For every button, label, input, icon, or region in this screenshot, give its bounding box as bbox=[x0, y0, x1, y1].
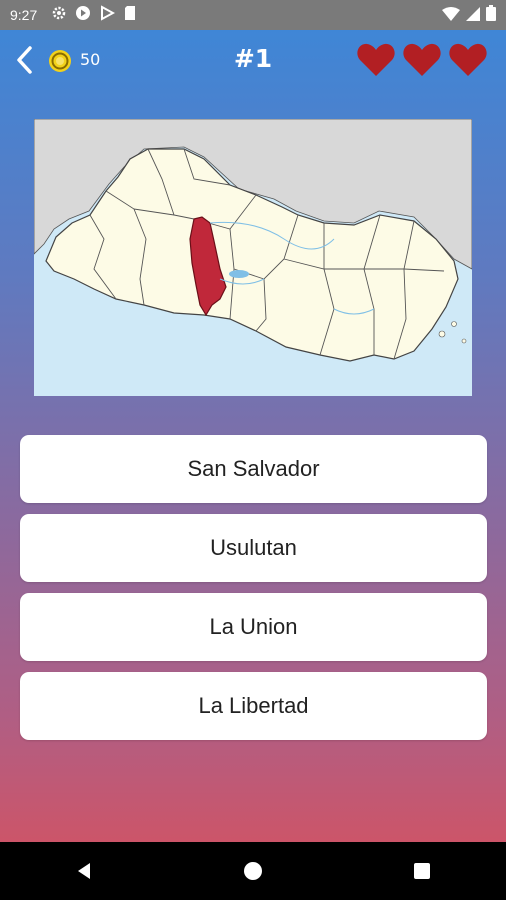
lives bbox=[356, 42, 488, 78]
settings-icon bbox=[51, 5, 67, 25]
play-store-icon bbox=[99, 5, 116, 25]
nav-home-button[interactable] bbox=[223, 851, 283, 891]
quiz-screen: 50 #1 San Salvador Usulutan La Union La … bbox=[0, 30, 506, 842]
top-bar: 50 #1 bbox=[0, 30, 506, 90]
battery-icon bbox=[486, 5, 496, 25]
region-map bbox=[34, 119, 472, 396]
status-time: 9:27 bbox=[10, 7, 38, 23]
wifi-icon bbox=[442, 6, 460, 25]
recents-square-icon bbox=[413, 863, 430, 879]
nav-back-button[interactable] bbox=[54, 851, 114, 891]
answer-option-3[interactable]: La Union bbox=[20, 593, 487, 661]
sd-card-icon bbox=[123, 5, 137, 25]
signal-icon bbox=[466, 6, 480, 25]
heart-icon bbox=[403, 43, 441, 76]
answer-option-1[interactable]: San Salvador bbox=[20, 435, 487, 503]
navigation-bar bbox=[0, 842, 506, 900]
nav-recents-button[interactable] bbox=[392, 851, 452, 891]
answer-option-2[interactable]: Usulutan bbox=[20, 514, 487, 582]
status-bar: 9:27 bbox=[0, 0, 506, 30]
heart-icon bbox=[449, 43, 487, 76]
home-circle-icon bbox=[243, 862, 262, 880]
heart-icon bbox=[357, 43, 395, 76]
media-icon bbox=[75, 5, 91, 25]
answer-list: San Salvador Usulutan La Union La Libert… bbox=[20, 435, 487, 751]
triangle-back-icon bbox=[78, 863, 91, 879]
answer-option-4[interactable]: La Libertad bbox=[20, 672, 487, 740]
